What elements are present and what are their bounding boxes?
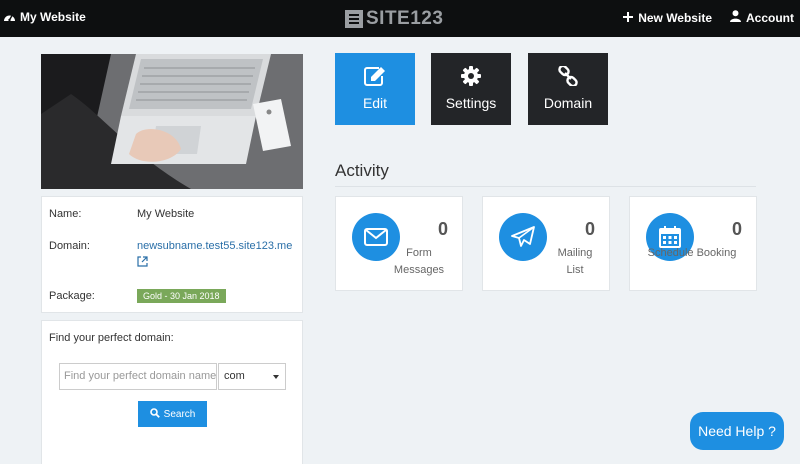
domain-label: Domain: (49, 240, 90, 252)
site123-logo[interactable]: SITE123 (345, 8, 443, 30)
tld-select[interactable]: com (218, 363, 286, 390)
schedule-booking-count: 0 (731, 219, 742, 239)
external-link-icon[interactable] (137, 256, 148, 270)
my-website-label: My Website (20, 10, 86, 24)
new-website-label: New Website (638, 10, 712, 25)
need-help-button[interactable]: Need Help ? (690, 412, 784, 450)
plus-icon (623, 11, 634, 25)
account-button[interactable]: Account (730, 10, 794, 25)
mailing-list-label: Mailing List (557, 247, 593, 276)
domain-search-button[interactable]: Search (138, 401, 207, 427)
domain-search-card: Find your perfect domain: Find your perf… (41, 320, 303, 464)
search-button-label: Search (163, 408, 196, 420)
my-website-link[interactable]: My Website (3, 10, 86, 24)
schedule-booking-label: Schedule Booking (647, 247, 737, 259)
domain-search-input[interactable]: Find your perfect domain name (59, 363, 217, 390)
gear-icon (461, 65, 481, 87)
dashboard-gauge-icon (3, 11, 16, 23)
package-badge: Gold - 30 Jan 2018 (137, 289, 226, 303)
tld-selected-value: com (224, 370, 245, 382)
website-preview-image (41, 54, 303, 189)
name-value: My Website (137, 208, 195, 220)
package-label: Package: (49, 290, 95, 302)
name-label: Name: (49, 208, 82, 220)
logo-text: SITE123 (366, 8, 444, 29)
form-messages-stat[interactable]: 0 Form Messages (335, 196, 463, 291)
logo-mark-icon (345, 10, 363, 28)
new-website-button[interactable]: New Website (623, 10, 712, 25)
mailing-list-stat[interactable]: 0 Mailing List (482, 196, 610, 291)
caret-down-icon (273, 375, 279, 379)
domain-search-title: Find your perfect domain: (49, 332, 174, 344)
domain-button-label: Domain (543, 95, 593, 111)
top-navbar: My Website SITE123 New Website Account (0, 0, 800, 37)
link-chain-icon (558, 65, 578, 87)
activity-heading: Activity (335, 161, 389, 180)
form-messages-label: Form Messages (393, 247, 445, 276)
domain-link[interactable]: newsubname.test55.site123.me (137, 240, 292, 252)
edit-icon (364, 65, 386, 87)
form-messages-count: 0 (437, 219, 448, 239)
account-label: Account (746, 10, 794, 25)
schedule-booking-stat[interactable]: 0 Schedule Booking (629, 196, 757, 291)
settings-button[interactable]: Settings (431, 53, 511, 125)
edit-button[interactable]: Edit (335, 53, 415, 125)
mailing-list-count: 0 (584, 219, 595, 239)
domain-button[interactable]: Domain (528, 53, 608, 125)
user-icon (730, 10, 741, 25)
paper-plane-icon (499, 213, 547, 261)
activity-divider (335, 186, 756, 187)
website-info-card: Name: My Website Domain: newsubname.test… (41, 196, 303, 313)
edit-button-label: Edit (362, 95, 388, 111)
settings-button-label: Settings (445, 95, 497, 111)
search-icon (149, 407, 160, 421)
